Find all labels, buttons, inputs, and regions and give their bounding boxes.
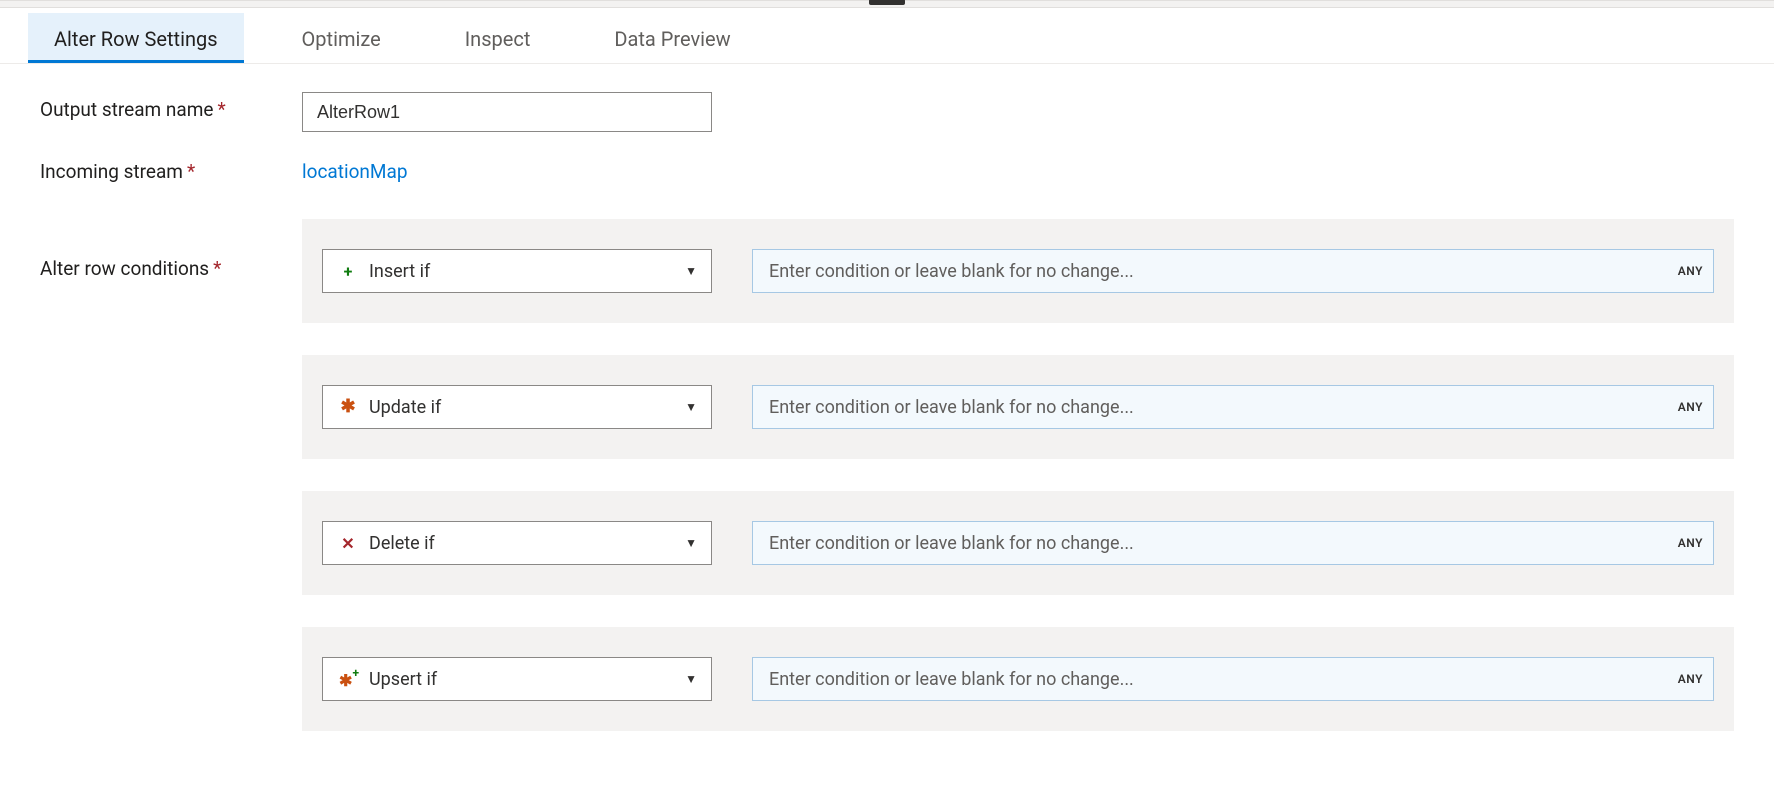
tab-alter-row-settings[interactable]: Alter Row Settings <box>28 13 244 63</box>
placeholder-text: Enter condition or leave blank for no ch… <box>769 669 1134 690</box>
tab-bar: Alter Row Settings Optimize Inspect Data… <box>0 8 1774 64</box>
conditions-column: + Insert if ▼ Enter condition or leave b… <box>302 219 1734 731</box>
condition-expression-input[interactable]: Enter condition or leave blank for no ch… <box>752 249 1714 293</box>
required-icon: * <box>213 257 221 280</box>
incoming-stream-link[interactable]: locationMap <box>302 154 408 183</box>
row-incoming-stream: Incoming stream* locationMap <box>40 154 1734 183</box>
condition-expression-input[interactable]: Enter condition or leave blank for no ch… <box>752 385 1714 429</box>
upsert-icon: ✱+ <box>337 670 359 688</box>
chevron-down-icon: ▼ <box>685 264 697 278</box>
output-stream-input[interactable] <box>302 92 712 132</box>
condition-block-delete: ✕ Delete if ▼ Enter condition or leave b… <box>302 491 1734 595</box>
label-alter-conditions: Alter row conditions* <box>40 219 302 280</box>
asterisk-icon: ✱ <box>337 398 359 416</box>
condition-type-label: Update if <box>369 397 441 418</box>
condition-expression-input[interactable]: Enter condition or leave blank for no ch… <box>752 521 1714 565</box>
drag-grip[interactable] <box>869 0 905 5</box>
condition-block-upsert: ✱+ Upsert if ▼ Enter condition or leave … <box>302 627 1734 731</box>
label-incoming-stream: Incoming stream* <box>40 154 302 183</box>
condition-expression-input[interactable]: Enter condition or leave blank for no ch… <box>752 657 1714 701</box>
condition-type-dropdown[interactable]: ✕ Delete if ▼ <box>322 521 712 565</box>
required-icon: * <box>217 98 225 121</box>
row-output-stream: Output stream name* <box>40 92 1734 132</box>
chevron-down-icon: ▼ <box>685 536 697 550</box>
condition-type-dropdown[interactable]: ✱+ Upsert if ▼ <box>322 657 712 701</box>
form-area: Output stream name* Incoming stream* loc… <box>0 64 1774 793</box>
chevron-down-icon: ▼ <box>685 400 697 414</box>
placeholder-text: Enter condition or leave blank for no ch… <box>769 533 1134 554</box>
datatype-tag: ANY <box>1678 672 1703 686</box>
condition-type-dropdown[interactable]: ✱ Update if ▼ <box>322 385 712 429</box>
placeholder-text: Enter condition or leave blank for no ch… <box>769 397 1134 418</box>
tab-data-preview[interactable]: Data Preview <box>588 13 756 63</box>
datatype-tag: ANY <box>1678 536 1703 550</box>
required-icon: * <box>187 160 195 183</box>
tab-optimize[interactable]: Optimize <box>276 13 407 63</box>
datatype-tag: ANY <box>1678 400 1703 414</box>
condition-type-label: Delete if <box>369 533 435 554</box>
datatype-tag: ANY <box>1678 264 1703 278</box>
plus-icon: + <box>337 262 359 281</box>
row-alter-conditions: Alter row conditions* + Insert if ▼ Ente… <box>40 219 1734 731</box>
placeholder-text: Enter condition or leave blank for no ch… <box>769 261 1134 282</box>
condition-type-label: Insert if <box>369 261 430 282</box>
condition-type-dropdown[interactable]: + Insert if ▼ <box>322 249 712 293</box>
x-icon: ✕ <box>337 534 359 553</box>
condition-block-update: ✱ Update if ▼ Enter condition or leave b… <box>302 355 1734 459</box>
tab-inspect[interactable]: Inspect <box>439 13 557 63</box>
condition-type-label: Upsert if <box>369 669 437 690</box>
panel-top-edge <box>0 0 1774 8</box>
condition-block-insert: + Insert if ▼ Enter condition or leave b… <box>302 219 1734 323</box>
chevron-down-icon: ▼ <box>685 672 697 686</box>
label-output-stream: Output stream name* <box>40 92 302 121</box>
